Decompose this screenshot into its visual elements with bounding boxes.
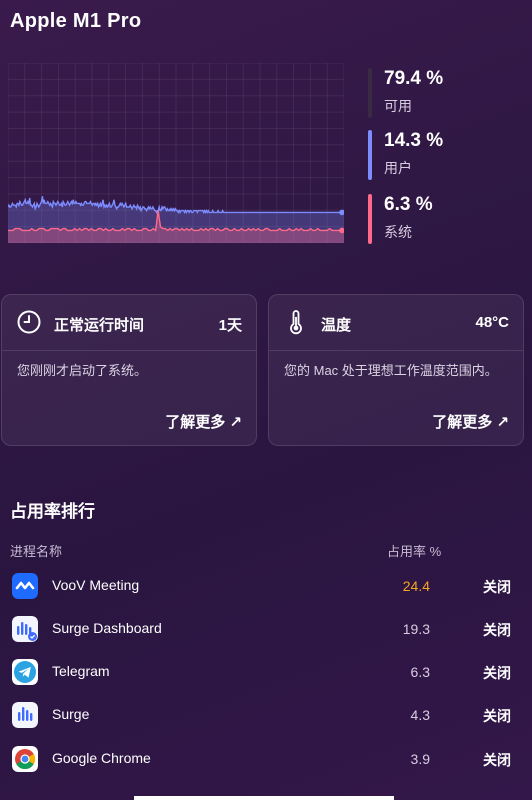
uptime-learn-more-link[interactable]: 了解更多 ↗	[165, 411, 242, 432]
clock-icon	[17, 310, 41, 334]
close-process-button[interactable]: 关闭	[483, 663, 511, 683]
process-row: Surge Dashboard 19.3 关闭	[0, 608, 532, 651]
column-header-process: 进程名称	[10, 544, 63, 559]
process-usage: 4.3	[410, 707, 430, 723]
close-process-button[interactable]: 关闭	[483, 706, 511, 726]
temperature-card-header: 温度 48°C	[269, 295, 523, 351]
process-row: VooV Meeting 24.4 关闭	[0, 565, 532, 608]
surge-dashboard-icon	[12, 616, 38, 642]
process-name: Telegram	[52, 663, 110, 679]
close-process-button[interactable]: 关闭	[483, 750, 511, 770]
surge-icon	[12, 702, 38, 728]
temperature-card: 温度 48°C 您的 Mac 处于理想工作温度范围内。 了解更多 ↗	[268, 294, 524, 446]
process-name: VooV Meeting	[52, 577, 140, 593]
voov-icon	[12, 573, 38, 599]
stat-idle-color-bar	[368, 68, 372, 118]
column-header-usage: 占用率 %	[387, 544, 442, 559]
temperature-title: 温度	[321, 317, 352, 334]
process-row: Telegram 6.3 关闭	[0, 651, 532, 694]
process-usage: 24.4	[402, 578, 430, 594]
stat-idle-label: 可用	[384, 98, 412, 114]
cpu-usage-chart	[8, 63, 344, 243]
uptime-value: 1天	[218, 317, 242, 334]
stat-user-color-bar	[368, 130, 372, 180]
window-title: Apple M1 Pro	[10, 10, 142, 32]
thermometer-icon	[290, 310, 302, 335]
process-row: Surge 4.3 关闭	[0, 694, 532, 737]
process-row: Google Chrome 3.9 关闭	[0, 738, 532, 781]
process-name: Surge	[52, 706, 90, 722]
stat-system-label: 系统	[384, 224, 412, 240]
process-name: Google Chrome	[52, 750, 151, 766]
temperature-learn-more-link[interactable]: 了解更多 ↗	[432, 411, 509, 432]
process-name: Surge Dashboard	[52, 620, 162, 636]
uptime-title: 正常运行时间	[54, 317, 145, 334]
stat-idle-value: 79.4 %	[384, 68, 444, 89]
uptime-description: 您刚刚才启动了系统。	[17, 363, 148, 378]
stat-user: 14.3 % 用户	[368, 128, 518, 182]
stat-system-value: 6.3 %	[384, 194, 433, 215]
chrome-icon	[12, 746, 38, 772]
window-bottom-edge	[134, 796, 394, 800]
telegram-icon	[12, 659, 38, 685]
uptime-card: 正常运行时间 1天 您刚刚才启动了系统。 了解更多 ↗	[1, 294, 257, 446]
stat-user-value: 14.3 %	[384, 130, 444, 151]
ranking-title: 占用率排行	[10, 502, 95, 521]
stat-system-color-bar	[368, 194, 372, 244]
process-usage: 19.3	[402, 621, 430, 637]
close-process-button[interactable]: 关闭	[483, 577, 511, 597]
temperature-value: 48°C	[475, 314, 509, 331]
process-usage: 6.3	[410, 664, 430, 680]
uptime-card-header: 正常运行时间 1天	[2, 295, 256, 351]
close-process-button[interactable]: 关闭	[483, 620, 511, 640]
stat-idle: 79.4 % 可用	[368, 66, 518, 120]
temperature-description: 您的 Mac 处于理想工作温度范围内。	[284, 363, 498, 378]
stat-system: 6.3 % 系统	[368, 192, 518, 246]
stat-user-label: 用户	[384, 160, 412, 176]
process-usage: 3.9	[410, 751, 430, 767]
